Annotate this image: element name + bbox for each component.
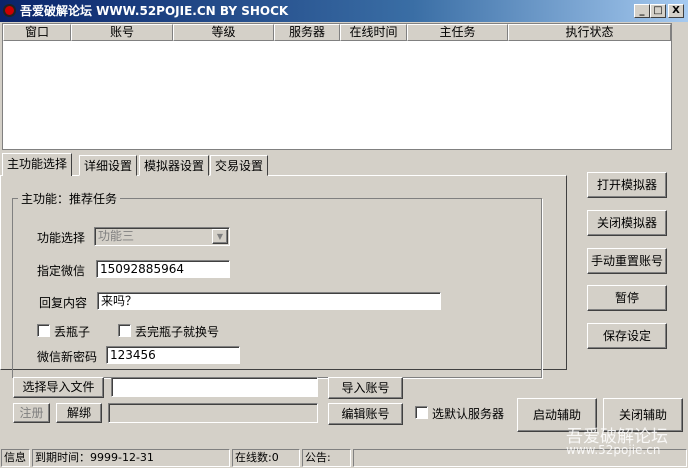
tab-detail[interactable]: 详细设置 xyxy=(79,155,138,176)
drop-switch-label: 丢完瓶子就换号 xyxy=(135,325,220,339)
col-status[interactable]: 执行状态 xyxy=(508,24,671,41)
group-title: 主功能：推荐任务 xyxy=(18,190,121,207)
col-online-time[interactable]: 在线时间 xyxy=(340,24,407,41)
reply-input[interactable]: 来吗？ xyxy=(97,292,441,310)
chevron-down-icon[interactable]: ▼ xyxy=(212,229,228,244)
status-notice: 公告: xyxy=(302,449,351,467)
col-account[interactable]: 账号 xyxy=(71,24,173,41)
status-online: 在线数:0 xyxy=(232,449,300,467)
unbind-button[interactable]: 解绑 xyxy=(56,403,102,423)
tab-main[interactable]: 主功能选择 xyxy=(2,153,73,176)
maximize-button[interactable]: □ xyxy=(650,4,666,18)
col-level[interactable]: 等级 xyxy=(173,24,274,41)
new-password-label: 微信新密码 xyxy=(37,350,98,364)
pause-button[interactable]: 暂停 xyxy=(587,285,667,311)
register-button[interactable]: 注册 xyxy=(13,403,50,423)
tab-trade[interactable]: 交易设置 xyxy=(210,155,269,176)
watermark-url: www.52pojie.cn xyxy=(566,443,661,457)
window-title: 吾爱破解论坛 WWW.52POJIE.CN BY SHOCK xyxy=(20,4,289,18)
minimize-button[interactable]: _ xyxy=(634,4,650,18)
register-code-input[interactable] xyxy=(108,403,318,423)
function-select[interactable]: 功能三 xyxy=(94,227,230,246)
open-emulator-button[interactable]: 打开模拟器 xyxy=(587,172,667,198)
reply-label: 回复内容 xyxy=(39,296,88,310)
drop-bottle-checkbox[interactable] xyxy=(37,324,50,337)
edit-account-button[interactable]: 编辑账号 xyxy=(328,403,403,425)
close-emulator-button[interactable]: 关闭模拟器 xyxy=(587,210,667,236)
select-file-button[interactable]: 选择导入文件 xyxy=(13,377,104,398)
drop-switch-checkbox[interactable] xyxy=(118,324,131,337)
drop-bottle-label: 丢瓶子 xyxy=(54,325,91,339)
col-window[interactable]: 窗口 xyxy=(3,24,71,41)
title-bar: 吾爱破解论坛 WWW.52POJIE.CN BY SHOCK xyxy=(0,0,688,22)
wechat-input[interactable]: 15092885964 xyxy=(96,260,230,278)
import-account-button[interactable]: 导入账号 xyxy=(328,377,403,399)
default-server-checkbox[interactable] xyxy=(415,406,428,419)
new-password-input[interactable]: 123456 xyxy=(106,346,240,364)
file-path-input[interactable] xyxy=(111,377,318,397)
save-settings-button[interactable]: 保存设定 xyxy=(587,323,667,349)
reset-account-button[interactable]: 手动重置账号 xyxy=(587,248,667,274)
default-server-label: 选默认服务器 xyxy=(432,407,505,421)
col-main-task[interactable]: 主任务 xyxy=(407,24,508,41)
tab-emulator[interactable]: 模拟器设置 xyxy=(139,155,210,176)
col-server[interactable]: 服务器 xyxy=(274,24,340,41)
account-list[interactable]: 窗口 账号 等级 服务器 在线时间 主任务 执行状态 xyxy=(2,23,672,150)
function-label: 功能选择 xyxy=(37,231,86,245)
status-info: 信息 xyxy=(1,449,30,467)
app-icon xyxy=(3,4,16,17)
wechat-label: 指定微信 xyxy=(37,264,86,278)
status-expire: 到期时间：9999-12-31 xyxy=(32,449,230,467)
close-button[interactable]: X xyxy=(668,4,684,18)
